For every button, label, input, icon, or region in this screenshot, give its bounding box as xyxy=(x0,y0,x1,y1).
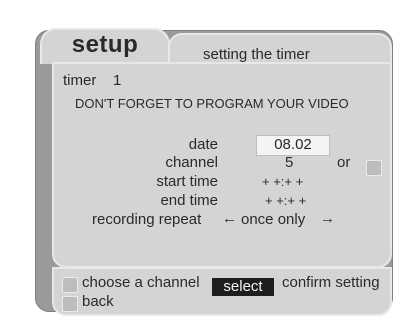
choose-channel-key-icon[interactable] xyxy=(62,277,78,293)
timer-number: 1 xyxy=(113,72,122,89)
channel-value[interactable]: 5 xyxy=(285,154,293,171)
arrow-left-icon[interactable]: ← xyxy=(222,210,237,227)
choose-channel-text: choose a channel xyxy=(82,274,200,291)
select-button[interactable]: select xyxy=(212,278,274,296)
confirm-setting-text: confirm setting xyxy=(282,274,380,291)
date-label: date xyxy=(188,136,218,153)
channel-label: channel xyxy=(165,154,218,171)
end-time-label: end time xyxy=(160,192,218,209)
channel-list-button[interactable] xyxy=(366,160,382,176)
setup-title: setup xyxy=(71,31,139,58)
channel-or: or xyxy=(337,154,351,171)
setup-tab: setup xyxy=(40,28,170,64)
date-field[interactable]: 08.02 xyxy=(256,135,330,156)
back-key-icon[interactable] xyxy=(62,296,78,312)
date-value: 08.02 xyxy=(274,136,312,153)
start-time-label: start time xyxy=(156,173,218,190)
timer-label: timer xyxy=(63,72,97,89)
recording-repeat-value[interactable]: once only xyxy=(241,211,305,228)
start-time-value[interactable]: + +:+ + xyxy=(262,174,303,189)
header-title: setting the timer xyxy=(203,46,310,63)
arrow-right-icon[interactable]: → xyxy=(320,210,335,227)
back-text: back xyxy=(82,293,114,310)
end-time-value[interactable]: + +:+ + xyxy=(265,193,306,208)
reminder-text: DON'T FORGET TO PROGRAM YOUR VIDEO xyxy=(75,96,349,111)
recording-repeat-label: recording repeat xyxy=(92,211,202,228)
